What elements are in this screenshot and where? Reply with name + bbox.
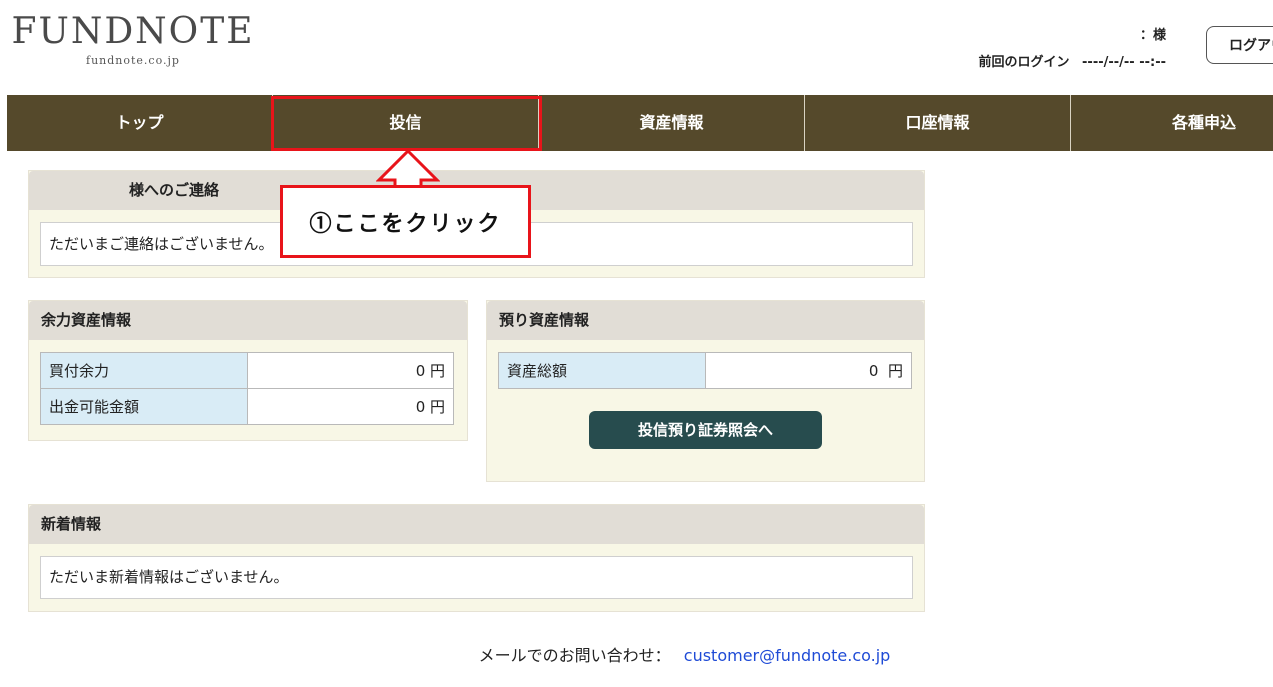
nav-tab-asset-info[interactable]: 資産情報 (539, 95, 805, 151)
deposit-assets-panel: 預り資産情報 (486, 300, 925, 482)
table-row: 資産総額 0 円 (497, 352, 912, 389)
logo-domain: fundnote.co.jp (86, 54, 180, 67)
logout-button[interactable]: ログアウト (1206, 26, 1273, 64)
news-panel: 新着情報 ただいま新着情報はございません。 (28, 504, 925, 612)
table-row: 出金可能金額 0 円 (39, 388, 454, 425)
nav-tab-account-info[interactable]: 口座情報 (805, 95, 1071, 151)
nav-tab-top[interactable]: トップ (7, 95, 273, 151)
logo-wordmark: FUNDNOTE (11, 11, 255, 52)
contact-line: メールでのお問い合わせ： customer@fundnote.co.jp (0, 642, 1273, 666)
deposit-assets-table: 資産総額 0 円 (497, 352, 912, 389)
news-panel-title: 新着情報 (29, 505, 924, 544)
fund-holdings-inquiry-button[interactable]: 投信預り証券照会へ (589, 411, 822, 449)
annotation-callout: ①ここをクリック (280, 185, 531, 258)
deposit-assets-title: 預り資産情報 (487, 301, 924, 340)
spare-assets-title: 余力資産情報 (29, 301, 467, 340)
last-login-label: 前回のログイン (978, 55, 1070, 70)
main-nav: トップ 投信 資産情報 口座情報 各種申込 (7, 95, 1273, 151)
annotation-callout-text: ①ここをクリック (309, 211, 502, 237)
table-row: 買付余力 0 円 (39, 352, 454, 389)
withdrawable-amount-value: 0 円 (247, 388, 454, 425)
annotation-highlight-box (271, 96, 542, 151)
last-login-info: 前回のログイン ----/--/-- --:-- (900, 51, 1166, 70)
total-assets-label: 資産総額 (497, 352, 707, 389)
withdrawable-amount-label: 出金可能金額 (39, 388, 249, 425)
buying-power-label: 買付余力 (39, 352, 249, 389)
nav-tab-applications[interactable]: 各種申込 (1071, 95, 1273, 151)
user-name: ：様 (1139, 28, 1166, 43)
contact-label: メールでのお問い合わせ： (478, 646, 671, 665)
total-assets-value: 0 円 (705, 352, 912, 389)
fundnote-logo[interactable]: FUNDNOTE fundnote.co.jp (8, 11, 258, 68)
buying-power-value: 0 円 (247, 352, 454, 389)
last-login-value: ----/--/-- --:-- (1082, 55, 1166, 70)
contact-email-link[interactable]: customer@fundnote.co.jp (684, 646, 891, 665)
news-message: ただいま新着情報はございません。 (40, 556, 913, 599)
annotation-arrow-up-icon (376, 148, 440, 188)
spare-assets-table: 買付余力 0 円 出金可能金額 0 円 (39, 352, 454, 425)
